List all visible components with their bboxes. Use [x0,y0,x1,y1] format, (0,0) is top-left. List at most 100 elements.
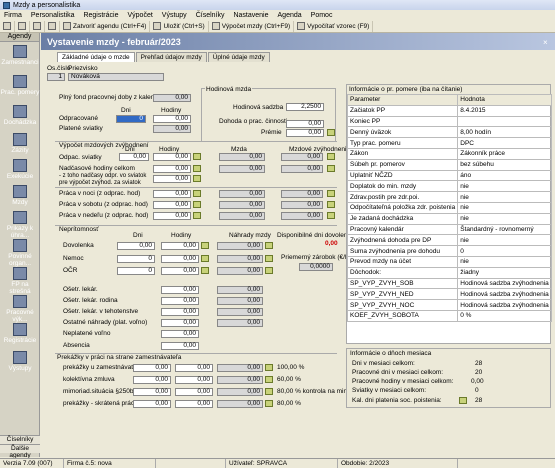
save-button[interactable]: Uložiť (Ctrl+S) [150,20,209,32]
menu-pomoc[interactable]: Pomoc [311,12,333,19]
sidebar-item-exekucie[interactable]: Exekúcie [0,159,40,180]
sidebar-item-vystupy[interactable]: Výstupy [0,351,40,372]
calculator-icon[interactable] [201,242,209,249]
calculator-icon[interactable] [327,212,335,219]
toolbar-home-button[interactable] [0,20,15,32]
premie-input[interactable]: 0,00 [286,129,324,137]
tab-uplne[interactable]: Úplné údaje mzdy [207,52,270,62]
prekazky-b-input[interactable]: 0,00 [175,364,213,372]
table-row[interactable]: Doplatok do min. mzdy nie [346,180,552,193]
nadcas-dni-input[interactable]: 0,00 [119,153,149,161]
calculator-icon[interactable] [327,190,335,197]
prekazky-b-input[interactable]: 0,00 [175,388,213,396]
calculator-icon[interactable] [193,190,201,197]
nep-hod-input[interactable]: 0,00 [161,242,199,250]
sidebar-item-fp[interactable]: FP na strešná [0,267,40,295]
calculator-icon[interactable] [201,267,209,274]
sadzba-input[interactable]: 2,2500 [286,103,324,111]
calculator-icon[interactable] [193,175,201,182]
calculator-icon[interactable] [459,397,467,404]
sidebar-item-povinne[interactable]: Povinné organ... [0,239,40,267]
menu-vystupy[interactable]: Výstupy [162,12,187,19]
tab-zakladne[interactable]: Základné údaje o mzde [57,52,135,62]
odpracovane-dni-input[interactable]: 0 [116,115,146,123]
calculator-icon[interactable] [265,388,273,395]
menu-nastavenie[interactable]: Nastavenie [233,12,268,19]
table-row[interactable]: Dôchodok: žiadny [346,266,552,279]
table-row[interactable]: Začiatok PP 8.4.2015 [346,104,552,117]
nadcas-hod-input[interactable]: 0,00 [153,153,191,161]
calculator-icon[interactable] [327,201,335,208]
sidebar-item-dochadzka[interactable]: Dochádzka [0,105,40,126]
nep-hod-input[interactable]: 0,00 [161,267,199,275]
prekazky-b-input[interactable]: 0,00 [175,400,213,408]
table-row[interactable]: Je zadaná dochádzka nie [346,212,552,225]
table-row[interactable]: Zákon Zákonník práce [346,147,552,160]
sidebar-item-prikazy[interactable]: Prikazy k úhra... [0,211,40,239]
formula-button[interactable]: Vypočítať vzorec (F9) [294,20,374,32]
calculator-icon[interactable] [265,255,273,262]
nep-other-hod-input[interactable]: 0,00 [161,330,199,338]
odpracovane-hod-input[interactable]: 0,00 [153,115,191,123]
tab-prehlad[interactable]: Prehľad údajov mzdy [135,52,207,62]
nadcas-hod-input[interactable]: 0,00 [153,201,191,209]
toolbar-people-button[interactable] [15,20,30,32]
table-row[interactable]: Súbeh pr. pomerov bez súbehu [346,158,552,171]
calculator-icon[interactable] [193,165,201,172]
calculator-icon[interactable] [327,129,335,136]
calculator-icon[interactable] [193,212,201,219]
calculator-icon[interactable] [265,400,273,407]
nadcas-hod-input[interactable]: 0,00 [153,165,191,173]
nep-other-hod-input[interactable]: 0,00 [161,297,199,305]
calculator-icon[interactable] [265,267,273,274]
nep-dni-input[interactable]: 0 [117,255,155,263]
sidebar-item-pracovne-vyk[interactable]: Pracovné výk... [0,295,40,323]
nadcas-hod-input[interactable]: 0,00 [153,175,191,183]
calculator-icon[interactable] [327,153,335,160]
table-row[interactable]: Suma zvýhodnenia pre dohodu 0 [346,245,552,257]
table-row[interactable]: SP_VYP_ZVYH_NED Hodinová sadzba zvýhodnen… [346,288,552,301]
table-row[interactable]: SP_VYP_ZVYH_NOC Hodinová sadzba zvýhodnen… [346,299,552,311]
sidebar-item-mzdy[interactable]: Mzdy [0,185,40,206]
calculator-icon[interactable] [193,153,201,160]
calculator-icon[interactable] [265,376,273,383]
table-row[interactable]: KOEF_ZVYH_SOBOTA 0 % [346,309,552,322]
sidebar-dalsie-agendy[interactable]: Ďalšie agendy [0,444,40,459]
nep-other-hod-input[interactable]: 0,00 [161,286,199,294]
nadcas-hod-input[interactable]: 0,00 [153,190,191,198]
nadcas-hod-input[interactable]: 0,00 [153,212,191,220]
sidebar-item-registracie[interactable]: Registrácie [0,323,40,344]
prekazky-a-input[interactable]: 0,00 [133,376,171,384]
sidebar-item-zazity[interactable]: Zázity [0,133,40,154]
menu-registracie[interactable]: Registrácie [83,12,118,19]
table-row[interactable]: SP_VYP_ZVYH_SOB Hodinová sadzba zvýhodnen… [346,277,552,290]
close-agenda-button[interactable]: Zatvoriť agendu (Ctrl+F4) [60,20,151,32]
menu-firma[interactable]: Firma [4,12,22,19]
prekazky-b-input[interactable]: 0,00 [175,376,213,384]
table-row[interactable]: Denný úväzok 8,00 hodín [346,126,552,139]
nep-other-hod-input[interactable]: 0,00 [161,308,199,316]
nep-other-hod-input[interactable]: 0,00 [161,342,199,350]
nep-hod-input[interactable]: 0,00 [161,255,199,263]
table-row[interactable]: Prevod mzdy na účet nie [346,255,552,268]
sidebar-item-prac-pomery[interactable]: Prac. pomery [0,75,40,96]
table-row[interactable]: Zvýhodnená dohoda pre DP nie [346,234,552,247]
table-row[interactable]: Koniec PP [346,115,552,128]
dohoda-input[interactable]: 0,00 [286,120,324,128]
nep-dni-input[interactable]: 0 [117,267,155,275]
table-row[interactable]: Odpočítateľná položka zdr. poistenia nie [346,201,552,214]
calculator-icon[interactable] [265,242,273,249]
menu-vypocet[interactable]: Výpočet [127,12,152,19]
table-row[interactable]: Typ prac. pomeru DPC [346,137,552,149]
calculator-icon[interactable] [201,255,209,262]
calculator-icon[interactable] [265,364,273,371]
menu-agenda[interactable]: Agenda [278,12,302,19]
close-icon[interactable]: × [543,38,551,47]
prekazky-a-input[interactable]: 0,00 [133,400,171,408]
nep-dni-input[interactable]: 0,00 [117,242,155,250]
calculator-icon[interactable] [327,165,335,172]
sidebar-item-zamestnanci[interactable]: Zamestnanci [0,45,40,66]
toolbar-calendar-button[interactable] [45,20,60,32]
calculator-icon[interactable] [193,201,201,208]
table-row[interactable]: Pracovný kalendár Štandardný - rovnomerný [346,223,552,236]
